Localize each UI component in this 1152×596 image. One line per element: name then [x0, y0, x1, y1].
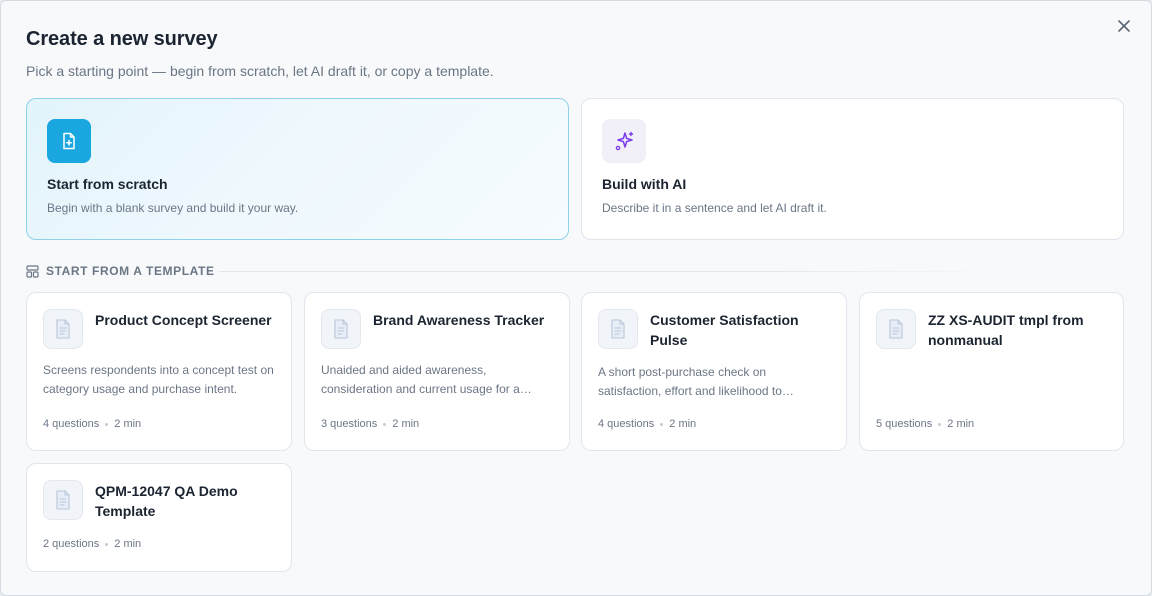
separator-dot [938, 422, 942, 426]
question-count: 3 questions [321, 418, 378, 430]
template-card[interactable]: Brand Awareness Tracker Unaided and aide… [304, 292, 570, 451]
question-count: 4 questions [43, 418, 100, 430]
start-from-scratch-card[interactable]: Start from scratch Begin with a blank su… [26, 98, 569, 240]
question-count: 5 questions [876, 418, 933, 430]
document-icon [876, 309, 916, 349]
template-card[interactable]: QPM-12047 QA Demo Template 2 questions 2… [26, 463, 292, 572]
build-with-ai-card[interactable]: Build with AI Describe it in a sentence … [581, 98, 1124, 240]
create-survey-dialog: Create a new survey Pick a starting poin… [0, 0, 1152, 596]
dialog-title: Create a new survey [26, 28, 218, 50]
option-title: Build with AI [602, 176, 687, 192]
separator-dot [105, 542, 109, 546]
close-icon [1118, 20, 1130, 32]
option-description: Describe it in a sentence and let AI dra… [602, 201, 827, 215]
template-title: Brand Awareness Tracker [373, 312, 545, 328]
duration: 2 min [114, 418, 142, 430]
template-meta: 4 questions 2 min [598, 418, 696, 430]
document-icon [598, 309, 638, 349]
sparkles-icon [602, 119, 646, 163]
template-meta: 5 questions 2 min [876, 418, 974, 430]
template-title: ZZ XS-AUDIT tmpl from nonmanual [928, 312, 1084, 348]
duration: 2 min [947, 418, 975, 430]
template-card[interactable]: ZZ XS-AUDIT tmpl from nonmanual 5 questi… [859, 292, 1124, 451]
template-title: Customer Satisfaction Pulse [650, 312, 799, 348]
document-icon [43, 309, 83, 349]
option-description: Begin with a blank survey and build it y… [47, 201, 299, 215]
document-icon [321, 309, 361, 349]
duration: 2 min [392, 418, 420, 430]
option-title: Start from scratch [47, 176, 168, 192]
templates-section-heading: START FROM A TEMPLATE [26, 264, 215, 278]
template-meta: 2 questions 2 min [43, 538, 141, 550]
section-label: START FROM A TEMPLATE [46, 264, 215, 278]
file-plus-icon [47, 119, 91, 163]
dialog-subtitle: Pick a starting point — begin from scrat… [26, 63, 494, 79]
template-meta: 3 questions 2 min [321, 418, 419, 430]
separator-dot [105, 422, 109, 426]
template-card[interactable]: Customer Satisfaction Pulse A short post… [581, 292, 847, 451]
template-description: Screens respondents into a concept test … [43, 363, 274, 396]
duration: 2 min [114, 538, 142, 550]
separator-dot [383, 422, 387, 426]
template-card[interactable]: Product Concept Screener Screens respond… [26, 292, 292, 451]
question-count: 4 questions [598, 418, 655, 430]
close-button[interactable] [1113, 15, 1135, 37]
section-divider [219, 271, 1001, 272]
template-title: QPM-12047 QA Demo Template [95, 483, 238, 519]
duration: 2 min [669, 418, 697, 430]
template-title: Product Concept Screener [95, 312, 272, 328]
question-count: 2 questions [43, 538, 100, 550]
template-layout-icon [26, 264, 39, 278]
separator-dot [660, 422, 664, 426]
template-description: Unaided and aided awareness, considerati… [321, 363, 520, 396]
document-icon [43, 480, 83, 520]
template-meta: 4 questions 2 min [43, 418, 141, 430]
template-description: A short post-purchase check on satisfact… [598, 365, 782, 398]
